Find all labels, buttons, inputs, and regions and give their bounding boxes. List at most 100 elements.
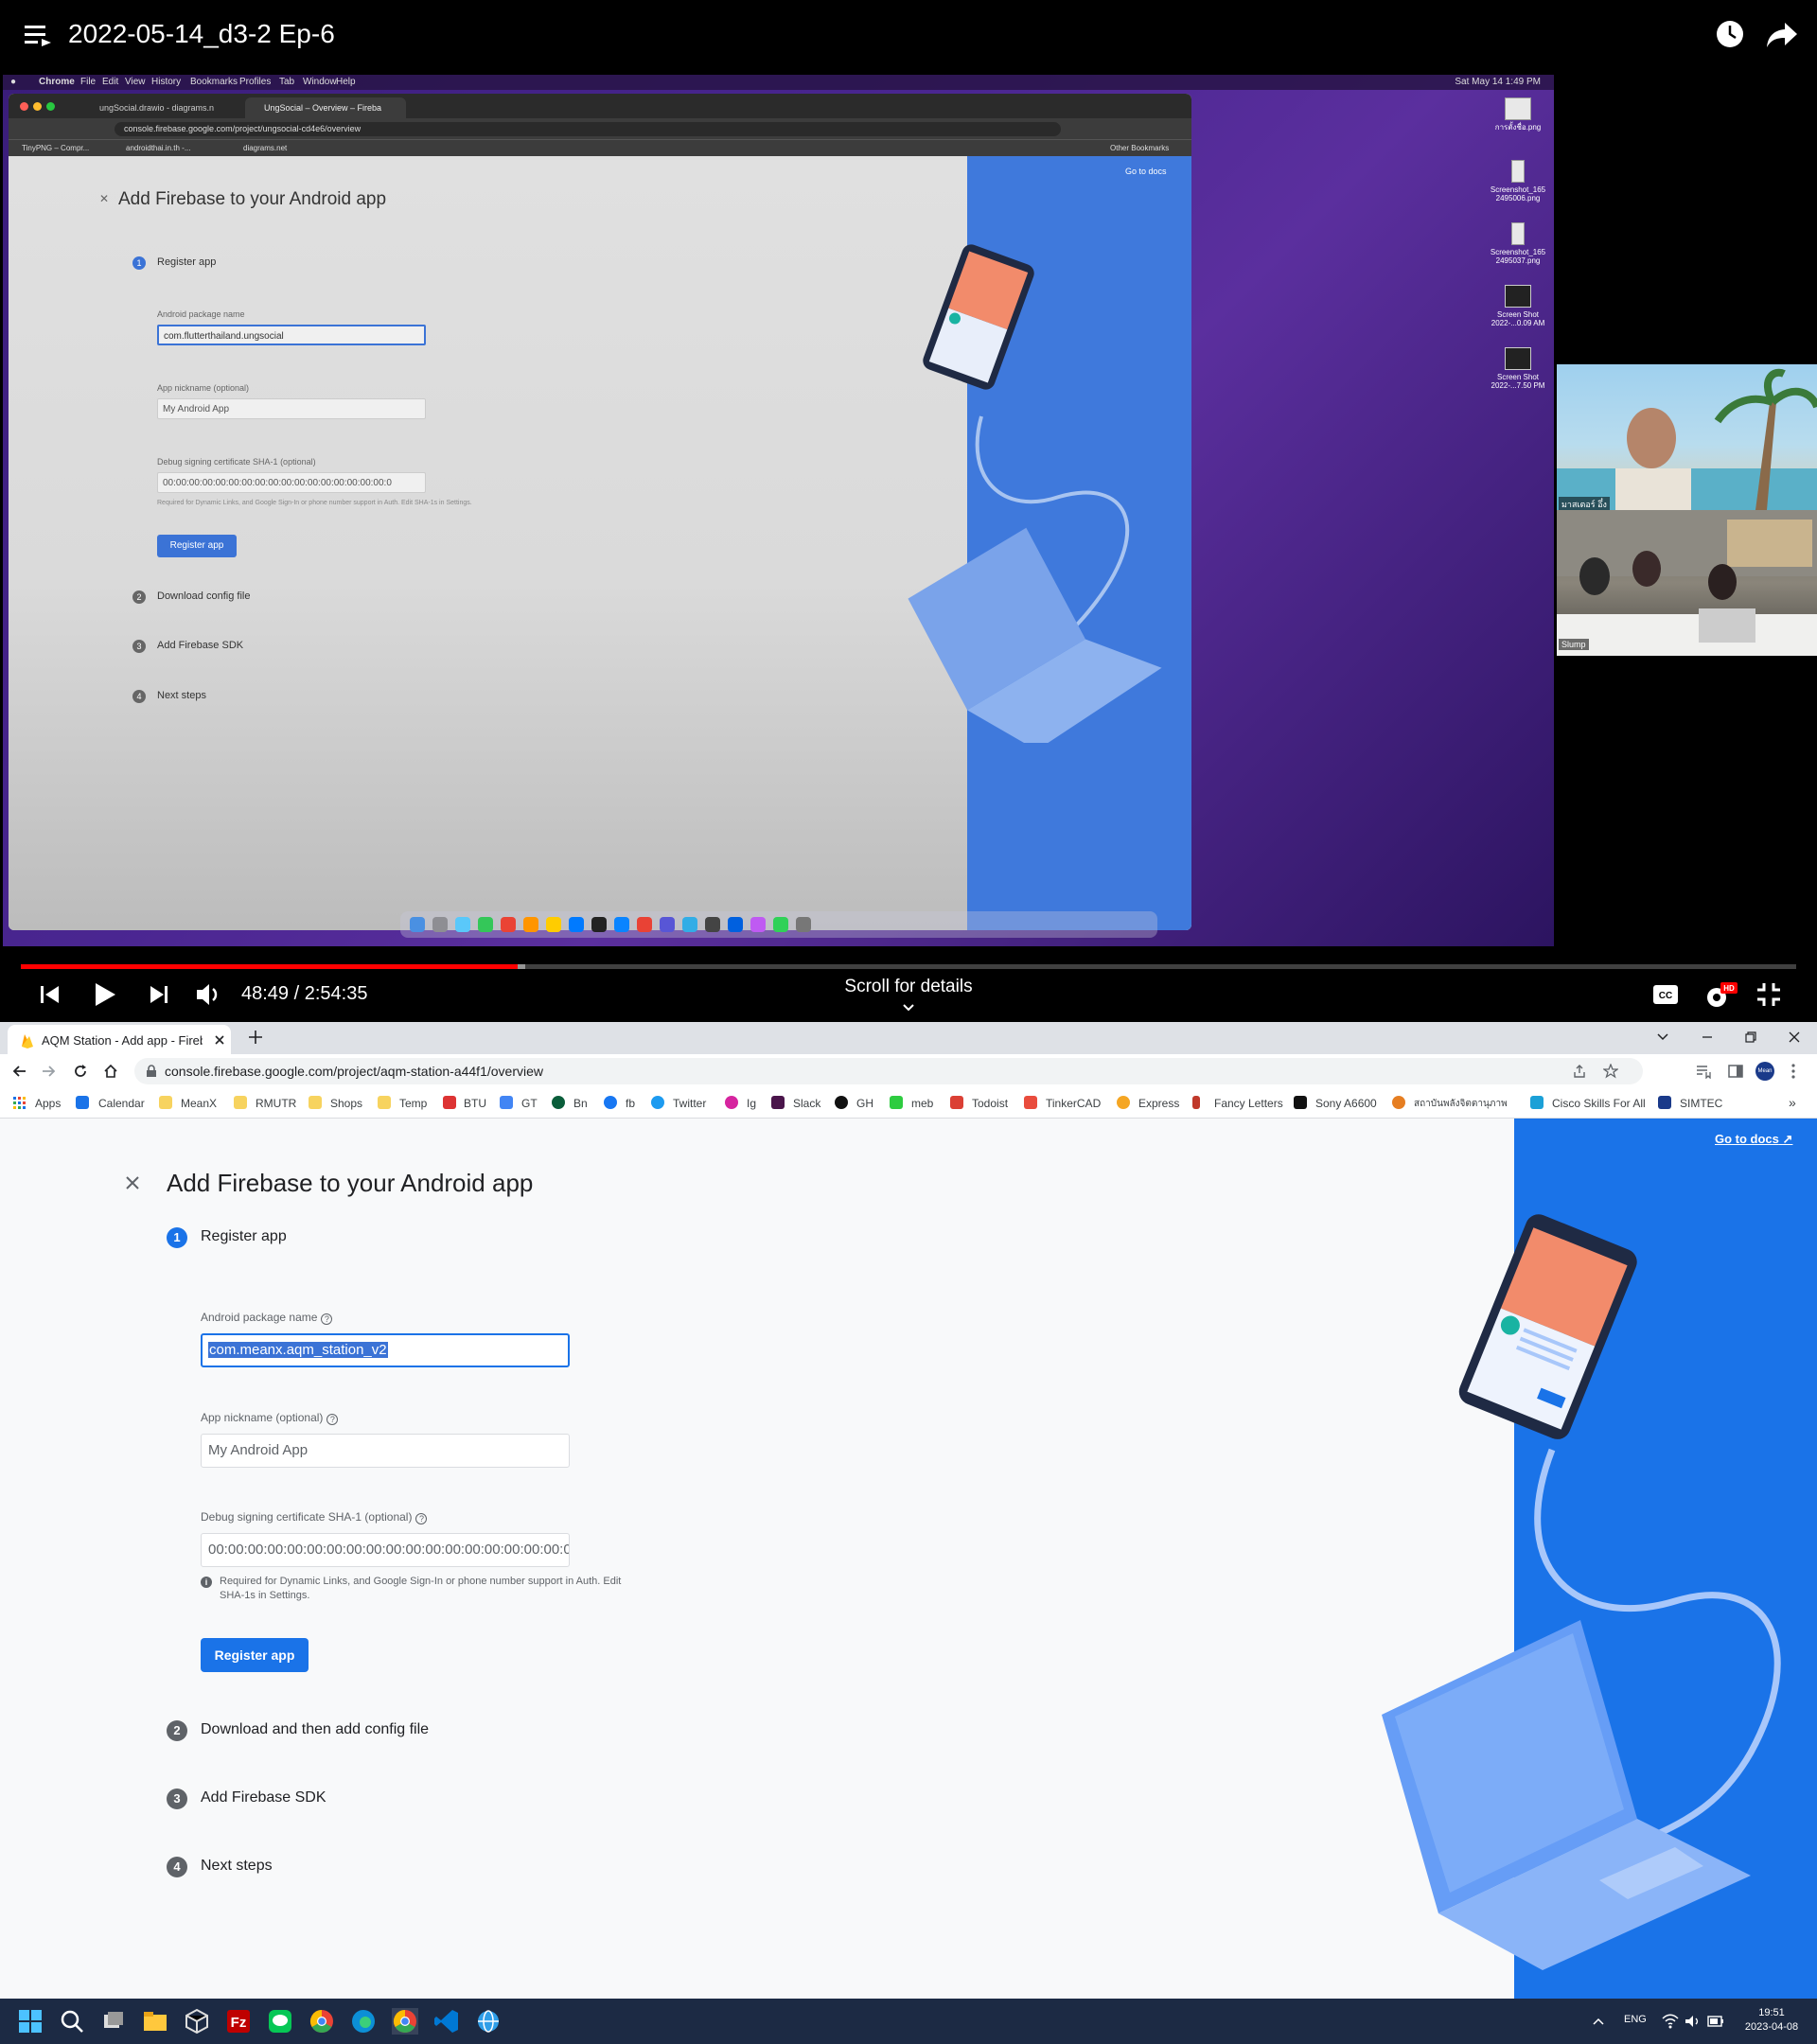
battery-icon[interactable] [1707,2015,1724,2028]
facebook-icon [604,1096,617,1109]
bookmark-todoist[interactable]: Todoist [972,1097,1008,1110]
chrome-icon[interactable] [309,2008,335,2035]
share-icon[interactable] [1766,21,1798,49]
bookmark-simtec[interactable]: SIMTEC [1680,1097,1722,1110]
back-icon[interactable] [11,1064,26,1079]
tab-search-icon[interactable] [1656,1031,1669,1043]
address-bar[interactable]: console.firebase.google.com/project/aqm-… [134,1058,1643,1084]
bookmark-bn[interactable]: Bn [573,1097,588,1110]
tab-firebase[interactable]: AQM Station - Add app - Fireba [8,1025,231,1054]
profile-avatar[interactable]: Mean [1755,1062,1774,1081]
next-icon[interactable] [149,980,169,1009]
playlist-icon[interactable] [25,23,53,49]
bookmarks-overflow-icon[interactable]: » [1789,1095,1796,1110]
mac-menu-item: View [125,77,146,87]
app-nickname-input[interactable]: My Android App [201,1434,570,1468]
side-panel-icon[interactable] [1728,1064,1743,1079]
recorded-register-button: Register app [157,535,237,557]
bookmark-fb[interactable]: fb [626,1097,635,1110]
mac-clock: Sat May 14 1:49 PM [1455,77,1541,87]
browser-window: AQM Station - Add app - Fireba console.f… [0,1022,1817,1999]
recorded-step-number: 2 [132,590,146,604]
help-icon[interactable]: ? [415,1513,428,1524]
bookmark-tinkercad[interactable]: TinkerCAD [1046,1097,1101,1110]
file-explorer-icon[interactable] [142,2008,168,2035]
bookmark-star-icon[interactable] [1603,1064,1618,1079]
restore-icon[interactable] [1744,1031,1757,1044]
window-close-icon[interactable] [1788,1031,1801,1044]
bookmark-apps[interactable]: Apps [35,1097,61,1110]
bookmark-sony[interactable]: Sony A6600 [1315,1097,1377,1110]
forward-icon[interactable] [42,1064,57,1079]
wifi-icon[interactable] [1662,2014,1679,2029]
package-name-input[interactable]: com.meanx.aqm_station_v2 [201,1333,570,1367]
video-frame[interactable]: ● Chrome File Edit View History Bookmark… [3,75,1554,946]
step-2-number: 2 [167,1720,187,1741]
cc-icon[interactable]: CC [1652,984,1679,1005]
more-menu-icon[interactable] [1791,1064,1796,1079]
desktop-file-icon: Screen Shot 2022-...0.09 AM [1485,285,1551,327]
bookmark-temp[interactable]: Temp [399,1097,427,1110]
previous-icon[interactable] [40,980,61,1009]
register-app-button[interactable]: Register app [201,1638,309,1672]
edge-icon[interactable] [350,2008,377,2035]
system-clock[interactable]: 19:51 2023-04-08 [1734,2006,1809,2035]
settings-icon[interactable]: HD [1703,980,1739,1011]
bookmark-slack[interactable]: Slack [793,1097,820,1110]
task-view-icon[interactable] [100,2008,127,2035]
filezilla-icon[interactable]: Fz [225,2008,252,2035]
bookmark-fancy-letters[interactable]: Fancy Letters [1214,1097,1283,1110]
globe-app-icon[interactable] [475,2008,502,2035]
reload-icon[interactable] [73,1064,88,1079]
watch-later-icon[interactable] [1715,19,1745,49]
player-title-bar: 2022-05-14_d3-2 Ep-6 [0,0,1817,72]
volume-icon[interactable] [195,980,221,1009]
close-icon[interactable] [123,1173,142,1192]
bookmark-calendar[interactable]: Calendar [98,1097,145,1110]
tab-close-icon[interactable] [214,1034,225,1046]
help-icon[interactable]: ? [326,1414,339,1425]
go-to-docs-link[interactable]: Go to docs ↗ [1715,1132,1792,1147]
bookmark-gt[interactable]: GT [521,1097,538,1110]
minimize-icon[interactable] [1701,1031,1714,1043]
bookmark-rmutr[interactable]: RMUTR [256,1097,296,1110]
recorded-other-bookmarks: Other Bookmarks [1110,144,1170,152]
3d-app-icon[interactable] [184,2008,210,2035]
line-icon[interactable] [267,2008,293,2035]
windows-start-icon[interactable] [17,2008,44,2035]
volume-tray-icon[interactable] [1685,2014,1702,2029]
new-tab-icon[interactable] [248,1030,263,1045]
step-3-label: Add Firebase SDK [201,1789,326,1806]
bookmark-shops[interactable]: Shops [330,1097,362,1110]
reading-list-icon[interactable] [1696,1064,1711,1079]
bookmark-express[interactable]: Express [1138,1097,1179,1110]
help-icon[interactable]: ? [321,1313,333,1325]
tray-expand-icon[interactable] [1592,2016,1605,2027]
bookmark-cisco[interactable]: Cisco Skills For All [1552,1097,1646,1110]
bookmark-ig[interactable]: Ig [747,1097,756,1110]
bookmark-gh[interactable]: GH [856,1097,873,1110]
sha1-input[interactable]: 00:00:00:00:00:00:00:00:00:00:00:00:00:0… [201,1533,570,1567]
minimize-dot-icon [33,102,42,111]
play-icon[interactable] [93,980,117,1009]
home-icon[interactable] [103,1064,118,1079]
bookmark-meanx[interactable]: MeanX [181,1097,217,1110]
translate-icon [500,1096,513,1109]
bookmark-btu[interactable]: BTU [464,1097,486,1110]
video-progress-bar[interactable] [21,964,1796,969]
share-page-icon[interactable] [1573,1065,1586,1078]
bookmark-meb[interactable]: meb [911,1097,933,1110]
apps-grid-icon[interactable] [13,1097,26,1110]
chrome-active-icon[interactable] [392,2008,418,2035]
lock-icon[interactable] [146,1065,157,1078]
search-icon[interactable] [59,2008,85,2035]
svg-text:Fz: Fz [231,2015,247,2031]
bookmark-twitter[interactable]: Twitter [673,1097,706,1110]
video-title[interactable]: 2022-05-14_d3-2 Ep-6 [68,19,335,49]
scroll-for-details[interactable]: Scroll for details [814,977,1003,1018]
exit-fullscreen-icon[interactable] [1756,982,1781,1007]
bookmark-institute[interactable]: สถาบันพลังจิตตานุภาพ [1414,1097,1508,1111]
input-language[interactable]: ENG [1624,2014,1647,2025]
vscode-icon[interactable] [433,2008,460,2035]
recorded-close-icon: ✕ [99,192,110,205]
